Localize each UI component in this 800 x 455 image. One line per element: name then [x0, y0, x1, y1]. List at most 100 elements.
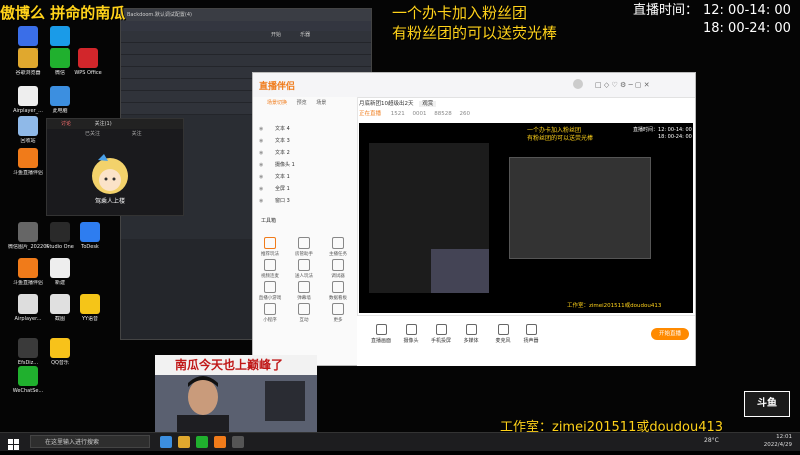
desktop-icon[interactable]: 回收站	[8, 116, 48, 144]
taskbar-app-icon[interactable]	[232, 436, 244, 448]
source-item[interactable]: ◉ 摄像头 1	[253, 159, 357, 171]
tool-item[interactable]: 直播小游戏	[253, 281, 287, 301]
douyu-logo: 斗鱼	[744, 391, 790, 417]
weather-text[interactable]: 28°C	[704, 437, 719, 444]
source-item[interactable]: ◉ 文本 1	[253, 171, 357, 183]
app-icon	[18, 26, 38, 46]
eye-icon[interactable]: ◉	[259, 195, 263, 207]
eye-icon[interactable]: ◉	[259, 171, 263, 183]
source-list: ◉ 文本 4 ◉ 文本 3 ◉ 文本 2 ◉ 摄像头 1 ◉ 文本 1 ◉ 全屏 1 ◉ 窗口 3	[253, 123, 357, 207]
tool-label: 主播任务	[329, 252, 347, 257]
tool-item[interactable]: 数据看板	[321, 281, 355, 301]
desktop-icon[interactable]: QQ音乐	[40, 338, 80, 366]
app-icon	[50, 86, 70, 106]
source-item[interactable]: ◉ 文本 4	[253, 123, 357, 135]
live-companion-window[interactable]: 直播伴侣 □ ◇ ♡ ⚙ ─ ▢ ✕ 场景切换 预览 场景 ◉ 文本 4 ◉ 文本 3…	[252, 72, 696, 366]
daw-track[interactable]	[121, 55, 371, 67]
daw-menu-instrument[interactable]: 乐器	[300, 32, 310, 38]
taskbar-app-icon[interactable]	[214, 436, 226, 448]
taskbar-app-icon[interactable]	[178, 436, 190, 448]
tab-scene[interactable]: 场景	[316, 100, 326, 106]
source-item[interactable]: ◉ 全屏 1	[253, 183, 357, 195]
tool-item[interactable]: 小程序	[253, 303, 287, 323]
eye-icon[interactable]: ◉	[259, 147, 263, 159]
avatar[interactable]	[573, 79, 583, 89]
live-status: 正在直播	[359, 111, 382, 117]
tool-icon	[332, 303, 344, 315]
desktop-icon[interactable]: 斗鱼直播伴侣	[8, 148, 48, 176]
taskbar-app-icon[interactable]	[160, 436, 172, 448]
tool-item[interactable]: 弹幕墙	[287, 281, 321, 301]
popup-tab[interactable]: 关注	[132, 131, 142, 137]
scene-tabs: 场景切换 预览 场景	[253, 97, 357, 109]
eye-icon[interactable]: ◉	[259, 159, 263, 171]
bottom-item[interactable]: 麦克风	[489, 324, 517, 344]
eye-icon[interactable]: ◉	[259, 183, 263, 195]
desktop-icon-label: WPS Office	[74, 70, 102, 76]
tool-item[interactable]: 房管助手	[287, 237, 321, 257]
eye-icon[interactable]: ◉	[259, 135, 263, 147]
app-icon	[18, 222, 38, 242]
popup-tab[interactable]: 讨论	[61, 121, 71, 127]
daw-menu-start[interactable]: 开始	[271, 32, 281, 38]
desktop-icon[interactable]: YY语音	[70, 294, 110, 322]
bottom-item[interactable]: 摄像头	[397, 324, 425, 344]
app-icon	[18, 48, 38, 68]
anime-sticker: 驾乘人上楼	[84, 152, 136, 210]
tool-item[interactable]: 调试器	[321, 259, 355, 279]
desktop-icon[interactable]: 新建	[40, 258, 80, 286]
bottom-item[interactable]: 扬声器	[517, 324, 545, 344]
tool-item[interactable]: 更多	[321, 303, 355, 323]
daw-track[interactable]	[121, 31, 371, 43]
bottom-item-label: 摄像头	[403, 338, 419, 344]
source-label: 窗口 3	[275, 198, 290, 204]
preview-time-value: 12: 00-14: 00	[658, 127, 692, 133]
app-icon	[18, 258, 38, 278]
app-icon	[50, 222, 70, 242]
popup-tab[interactable]: 关注(1)	[95, 121, 112, 127]
taskbar-app-icon[interactable]	[196, 436, 208, 448]
tool-item[interactable]: 送人玩法	[287, 259, 321, 279]
tool-item[interactable]: 主播任务	[321, 237, 355, 257]
tab-preview[interactable]: 预览	[297, 100, 307, 106]
fan-banner-1: 一个办卡加入粉丝团	[392, 4, 528, 22]
clock-time: 12:01	[776, 434, 792, 440]
tool-item[interactable]: 视频连麦	[253, 259, 287, 279]
desktop-icon[interactable]: WeChatSe...	[8, 366, 48, 394]
tool-icon	[264, 281, 276, 293]
app-icon	[18, 86, 38, 106]
desktop-icon[interactable]: 此电脑	[40, 86, 80, 114]
bottom-item-icon	[375, 324, 387, 335]
eye-icon[interactable]: ◉	[259, 123, 263, 135]
live-preview[interactable]: 一个办卡加入粉丝团 有粉丝团的可以送荧光棒 直播时间：12: 00-14: 00…	[359, 123, 693, 313]
bottom-item[interactable]: 直播画面	[367, 324, 395, 344]
window-controls-icon[interactable]: □ ◇ ♡ ⚙ ─ ▢ ✕	[595, 81, 650, 89]
source-label: 文本 2	[275, 150, 290, 156]
tool-icon	[264, 303, 276, 315]
room-badge: 观赏	[419, 101, 437, 107]
start-live-button[interactable]: 开始直播	[651, 328, 689, 340]
preview-time-value: 18: 00-24: 00	[658, 134, 692, 140]
taskbar-search[interactable]: 在这里输入进行搜索	[30, 435, 150, 448]
scene-panel: 场景切换 预览 场景 ◉ 文本 4 ◉ 文本 3 ◉ 文本 2 ◉ 摄像头 1 ◉ 文本 1 ◉ 全屏…	[253, 97, 358, 365]
windows-start-icon[interactable]	[8, 436, 20, 450]
app-icon	[18, 116, 38, 136]
bottom-item[interactable]: 多媒体	[457, 324, 485, 344]
desktop-icon[interactable]: WPS Office	[68, 48, 108, 76]
stat: 0001	[412, 111, 427, 117]
daw-track[interactable]	[121, 43, 371, 55]
tab-scene-switch[interactable]: 场景切换	[267, 100, 287, 106]
bottom-item-icon	[465, 324, 477, 335]
popup-tab[interactable]: 已关注	[85, 131, 100, 137]
taskbar: 在这里输入进行搜索 28°C 12:01 2022/4/29	[0, 432, 800, 451]
source-item[interactable]: ◉ 文本 2	[253, 147, 357, 159]
source-item[interactable]: ◉ 文本 3	[253, 135, 357, 147]
bottom-item-label: 扬声器	[523, 338, 539, 344]
tool-item[interactable]: 互动	[287, 303, 321, 323]
desktop-icon[interactable]: ToDesk	[70, 222, 110, 250]
source-item[interactable]: ◉ 窗口 3	[253, 195, 357, 207]
source-label: 全屏 1	[275, 186, 290, 192]
clock[interactable]: 12:01 2022/4/29	[752, 433, 792, 449]
bottom-item[interactable]: 手机投屏	[427, 324, 455, 344]
tool-item[interactable]: 推荐玩法	[253, 237, 287, 257]
